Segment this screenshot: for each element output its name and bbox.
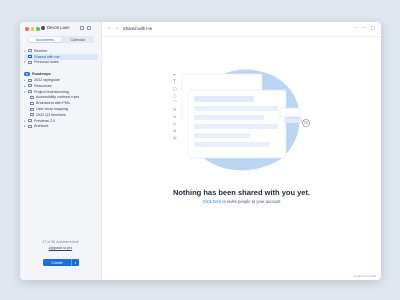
inbox-icon: [28, 49, 32, 53]
svg-text:○: ○: [173, 93, 177, 98]
nav-arrows: ←→: [107, 25, 121, 31]
shared-icon: [28, 55, 32, 59]
sidebar-item-label: Project brainstorming: [34, 89, 69, 94]
document-icon: [30, 101, 34, 105]
empty-state-illustration: + T ▢ ○ ⌒ ✎ ≡ ◇ ⊙ ◎: [172, 69, 310, 171]
sidebar-item-label: Accessibility contrast rules: [36, 95, 80, 100]
sidebar-item-label: User story mapping: [36, 107, 68, 112]
sidebar-item-label: Receive: [34, 48, 48, 53]
create-button-label: Create: [51, 260, 63, 265]
folder-icon: [28, 78, 32, 82]
forward-button[interactable]: →: [114, 25, 121, 31]
svg-text:T: T: [172, 79, 176, 84]
powered-by: Powered by Atlaft: [354, 274, 376, 278]
svg-text:⌒: ⌒: [173, 99, 177, 105]
sidebar-item-label: 2022 styleguide: [34, 78, 60, 83]
new-window-icon[interactable]: [87, 26, 91, 30]
sidebar-item-personal-notes[interactable]: ▸ Personal notes: [24, 60, 98, 66]
upgrade-link[interactable]: Upgrade to pro: [20, 246, 101, 250]
document-limit-text: 27 of 30 document limit: [42, 240, 79, 244]
notes-icon: [28, 60, 32, 64]
svg-text:◎: ◎: [173, 135, 177, 140]
back-button[interactable]: ←: [107, 25, 114, 31]
empty-state-subtitle: Click here to invite people to your acco…: [102, 199, 381, 204]
svg-text:✎: ✎: [173, 107, 176, 112]
window-controls: [25, 27, 40, 31]
empty-state-subtitle-text: to invite people to your account: [222, 199, 281, 204]
folder-icon: [28, 119, 32, 123]
sidebar-item-label: 2022 Q3 timelines: [36, 112, 66, 117]
user-name: Devon Lane: [47, 25, 70, 30]
empty-state-title: Nothing has been shared with you yet.: [172, 188, 311, 197]
sidebar-item-receive[interactable]: ▾ Receive: [24, 48, 98, 54]
sidebar-item-label: Shared with me: [34, 54, 60, 59]
sidebar-item-label: Brainstorm with PMs: [36, 101, 70, 106]
svg-text:⊙: ⊙: [173, 128, 176, 133]
sidebar-item-label: Roadmaps: [32, 72, 51, 77]
sidebar-toggle-icon[interactable]: [80, 26, 84, 30]
document-icon: [30, 113, 34, 117]
avatar: [41, 25, 45, 30]
archive-icon: [28, 124, 32, 128]
sidebar-item-archived[interactable]: ▸ Archived: [24, 124, 98, 130]
svg-text:▢: ▢: [173, 86, 177, 91]
maximize-window-button[interactable]: [36, 27, 40, 31]
document-tree: ▾ Receive Shared with me ▸ Personal note…: [24, 48, 98, 129]
minimize-window-button[interactable]: [30, 27, 34, 31]
svg-text:≡: ≡: [173, 114, 176, 119]
top-bar: ←→ Shared with me ⋯ – ▢: [102, 22, 381, 37]
close-window-button[interactable]: [25, 27, 29, 31]
sidebar-item-label: Personal notes: [34, 60, 59, 65]
sidebar-item-label: Resources: [34, 83, 52, 88]
tab-documents[interactable]: Documents: [28, 36, 61, 43]
sidebar-tabs: Documents Calendar: [28, 36, 94, 43]
sidebar-tools: [80, 26, 91, 30]
invite-link[interactable]: Click here: [203, 199, 222, 204]
folder-icon: [28, 90, 32, 94]
chevron-down-icon[interactable]: ▾: [71, 259, 79, 266]
top-bar-actions: ⋯ – ▢: [354, 25, 375, 31]
page-title: Shared with me: [123, 26, 153, 31]
minimize-icon[interactable]: –: [363, 25, 366, 31]
tool-palette: + T ▢ ○ ⌒ ✎ ≡ ◇ ⊙ ◎: [172, 72, 177, 140]
workspace-badge-icon: R: [24, 72, 30, 77]
sidebar-item-label: Archived: [34, 124, 49, 129]
document-icon: [30, 107, 34, 111]
document-icon: [30, 95, 34, 99]
create-button[interactable]: Create ▾: [43, 259, 79, 266]
more-icon[interactable]: ⋯: [354, 25, 359, 31]
tab-calendar[interactable]: Calendar: [62, 36, 94, 43]
sidebar-item-label: Previews 2.0: [34, 118, 56, 123]
user-menu[interactable]: Devon Lane: [41, 25, 70, 30]
svg-text:◇: ◇: [173, 121, 177, 126]
sidebar: Devon Lane Documents Calendar ▾ Receive …: [20, 22, 102, 280]
svg-text:+: +: [173, 72, 176, 77]
folder-icon: [28, 84, 32, 88]
cursor-hand-icon: [302, 119, 310, 127]
maximize-icon[interactable]: ▢: [371, 25, 375, 31]
app-window: Devon Lane Documents Calendar ▾ Receive …: [20, 22, 381, 280]
